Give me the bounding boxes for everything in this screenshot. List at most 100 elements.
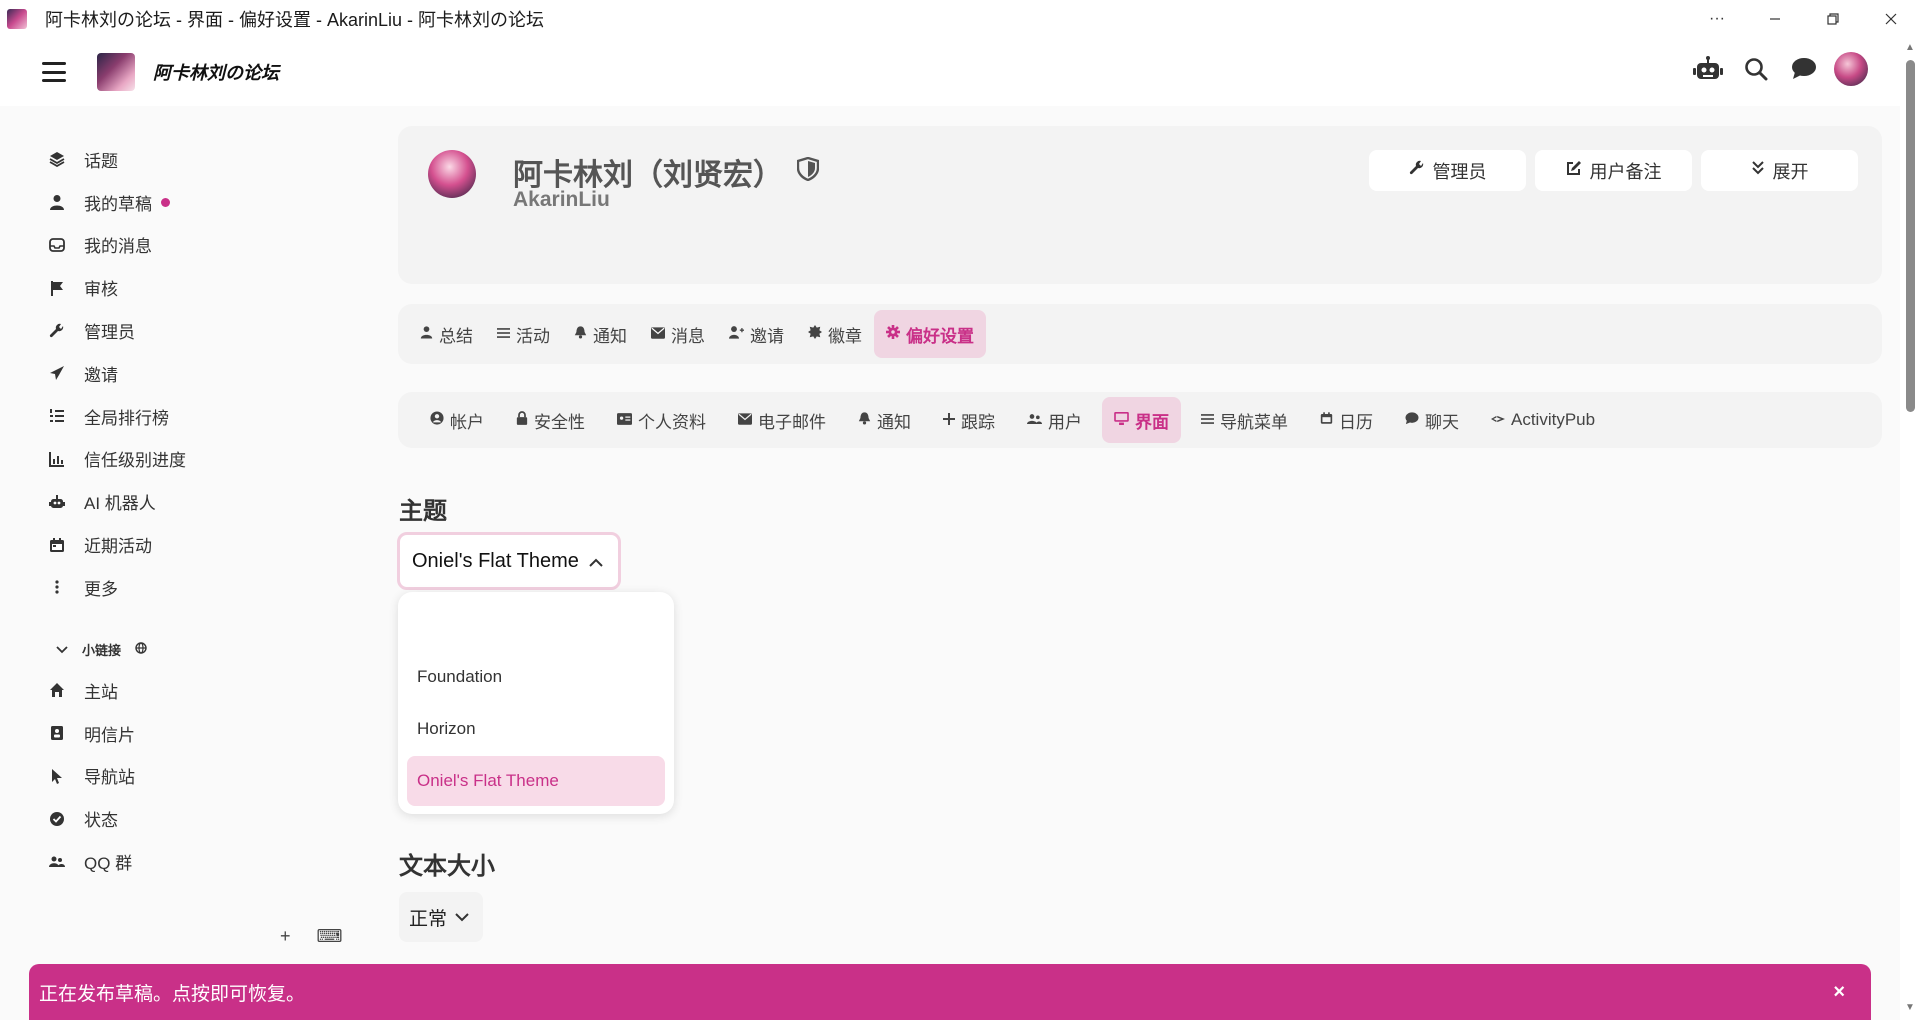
sidebar-item-admin[interactable]: 管理员 <box>48 309 186 352</box>
address-card-icon <box>48 724 66 742</box>
globe-icon[interactable] <box>135 642 147 657</box>
keyboard-icon[interactable]: ⌨ <box>317 926 343 947</box>
theme-section-title: 主题 <box>399 498 447 525</box>
sidebar-item-ai-bot[interactable]: AI 机器人 <box>48 480 186 523</box>
sidebar-item-messages[interactable]: 我的消息 <box>48 224 186 267</box>
close-icon[interactable] <box>1862 0 1920 38</box>
sidebar-section-header[interactable]: 小链接 <box>56 640 147 659</box>
tab-summary[interactable]: 总结 <box>408 310 485 358</box>
hamburger-menu-icon[interactable] <box>42 62 66 82</box>
text-size-select[interactable]: 正常 <box>399 892 483 942</box>
sidebar-link-postcard[interactable]: 明信片 <box>48 712 135 755</box>
tab-label: 活动 <box>516 326 550 346</box>
tab-notifications[interactable]: 通知 <box>562 310 639 358</box>
sidebar-link-home[interactable]: 主站 <box>48 669 135 712</box>
theme-option-horizon[interactable]: Horizon <box>407 704 665 754</box>
restore-icon[interactable] <box>1804 0 1862 38</box>
window-controls: ··· <box>1688 0 1920 38</box>
theme-option-empty[interactable] <box>407 598 665 648</box>
sidebar-item-label: 我的草稿 <box>84 194 152 214</box>
admin-button[interactable]: 管理员 <box>1369 150 1526 191</box>
sidebar-item-label: 邀请 <box>84 365 118 385</box>
sidebar-item-leaderboard[interactable]: 全局排行榜 <box>48 395 186 438</box>
window-title: 阿卡林刘の论坛 - 界面 - 偏好设置 - AkarinLiu - 阿卡林刘の论… <box>45 10 545 30</box>
sidebar-link-nav-site[interactable]: 导航站 <box>48 755 135 798</box>
sidebar-item-more[interactable]: 更多 <box>48 566 186 609</box>
tab-nav-menu[interactable]: 导航菜单 <box>1189 397 1300 443</box>
calendar-icon <box>1320 410 1333 430</box>
chart-icon <box>48 450 66 468</box>
sidebar-item-review[interactable]: 审核 <box>48 266 186 309</box>
tab-email[interactable]: 电子邮件 <box>726 397 838 443</box>
desktop-icon <box>1114 410 1129 430</box>
sidebar-item-trust-level[interactable]: 信任级别进度 <box>48 438 186 481</box>
tab-profile[interactable]: 个人资料 <box>605 397 718 443</box>
tab-tracking[interactable]: 跟踪 <box>931 397 1007 443</box>
sidebar-link-status[interactable]: 状态 <box>48 797 135 840</box>
text-size-section-title: 文本大小 <box>399 853 495 880</box>
users-icon <box>1027 410 1042 430</box>
site-name[interactable]: 阿卡林刘の论坛 <box>153 59 279 85</box>
chat-icon[interactable] <box>1786 51 1822 87</box>
search-icon[interactable] <box>1738 51 1774 87</box>
theme-option-oniels-flat[interactable]: Oniel's Flat Theme <box>407 756 665 806</box>
close-icon[interactable]: × <box>1833 981 1845 1004</box>
draft-restore-toast[interactable]: 正在发布草稿。点按即可恢复。 × <box>29 964 1871 1020</box>
window-titlebar: 阿卡林刘の论坛 - 界面 - 偏好设置 - AkarinLiu - 阿卡林刘の论… <box>0 0 1920 38</box>
tab-badges[interactable]: 徽章 <box>796 310 874 358</box>
tab-messages[interactable]: 消息 <box>639 310 717 358</box>
sidebar-link-label: 主站 <box>84 682 118 702</box>
site-logo[interactable] <box>97 53 135 91</box>
tab-label: 日历 <box>1339 412 1373 432</box>
paper-plane-icon <box>48 364 66 382</box>
edit-icon <box>1566 160 1582 181</box>
sidebar-item-topics[interactable]: 话题 <box>48 138 186 181</box>
tab-activitypub[interactable]: ActivityPub <box>1479 397 1607 443</box>
sidebar-section-title: 小链接 <box>82 643 122 658</box>
tab-label: 偏好设置 <box>906 326 974 346</box>
gear-icon <box>886 324 900 344</box>
user-plus-icon <box>729 324 744 344</box>
lock-icon <box>516 410 528 430</box>
scroll-up-icon[interactable]: ▲ <box>1904 42 1916 54</box>
sidebar-item-label: 管理员 <box>84 323 135 343</box>
theme-select[interactable]: Oniel's Flat Theme <box>397 532 621 590</box>
more-icon[interactable]: ··· <box>1688 0 1746 38</box>
page-scrollbar[interactable]: ▲ ▼ <box>1900 38 1920 1020</box>
tab-pref-notifications[interactable]: 通知 <box>846 397 923 443</box>
scroll-down-icon[interactable]: ▼ <box>1904 1002 1916 1014</box>
tab-users[interactable]: 用户 <box>1015 397 1094 443</box>
tab-calendar[interactable]: 日历 <box>1308 397 1385 443</box>
user-notes-button[interactable]: 用户备注 <box>1535 150 1692 191</box>
tab-preferences[interactable]: 偏好设置 <box>874 310 986 358</box>
avatar[interactable] <box>1834 52 1868 86</box>
sidebar-item-drafts[interactable]: 我的草稿 <box>48 181 186 224</box>
tab-account[interactable]: 帐户 <box>418 397 496 443</box>
sidebar-item-recent-activity[interactable]: 近期活动 <box>48 523 186 566</box>
tab-security[interactable]: 安全性 <box>504 397 597 443</box>
profile-avatar[interactable] <box>428 150 476 198</box>
wrench-icon <box>48 322 66 340</box>
tab-label: 界面 <box>1135 412 1169 432</box>
sidebar-link-label: QQ 群 <box>84 854 133 874</box>
expand-button[interactable]: 展开 <box>1701 150 1858 191</box>
tab-interface[interactable]: 界面 <box>1102 397 1181 443</box>
add-icon[interactable]: + <box>280 926 291 947</box>
theme-option-foundation[interactable]: Foundation <box>407 652 665 702</box>
sidebar-item-invite[interactable]: 邀请 <box>48 352 186 395</box>
tab-activity[interactable]: 活动 <box>485 310 562 358</box>
minimize-icon[interactable] <box>1746 0 1804 38</box>
envelope-icon <box>651 324 665 344</box>
sidebar: 话题 我的草稿 我的消息 审核 管理员 邀请 全局排行榜 信任级别进度 AI 机… <box>0 106 360 966</box>
certificate-icon <box>808 324 822 344</box>
wrench-icon <box>1409 160 1425 181</box>
robot-icon[interactable] <box>1690 51 1726 87</box>
tab-label: 通知 <box>877 412 911 432</box>
tab-invites[interactable]: 邀请 <box>717 310 796 358</box>
sidebar-link-qq-group[interactable]: QQ 群 <box>48 840 135 883</box>
scrollbar-thumb[interactable] <box>1906 60 1915 412</box>
user-icon <box>420 324 433 344</box>
user-circle-icon <box>430 410 444 430</box>
tab-chat[interactable]: 聊天 <box>1393 397 1471 443</box>
double-chevron-down-icon <box>1751 160 1765 181</box>
